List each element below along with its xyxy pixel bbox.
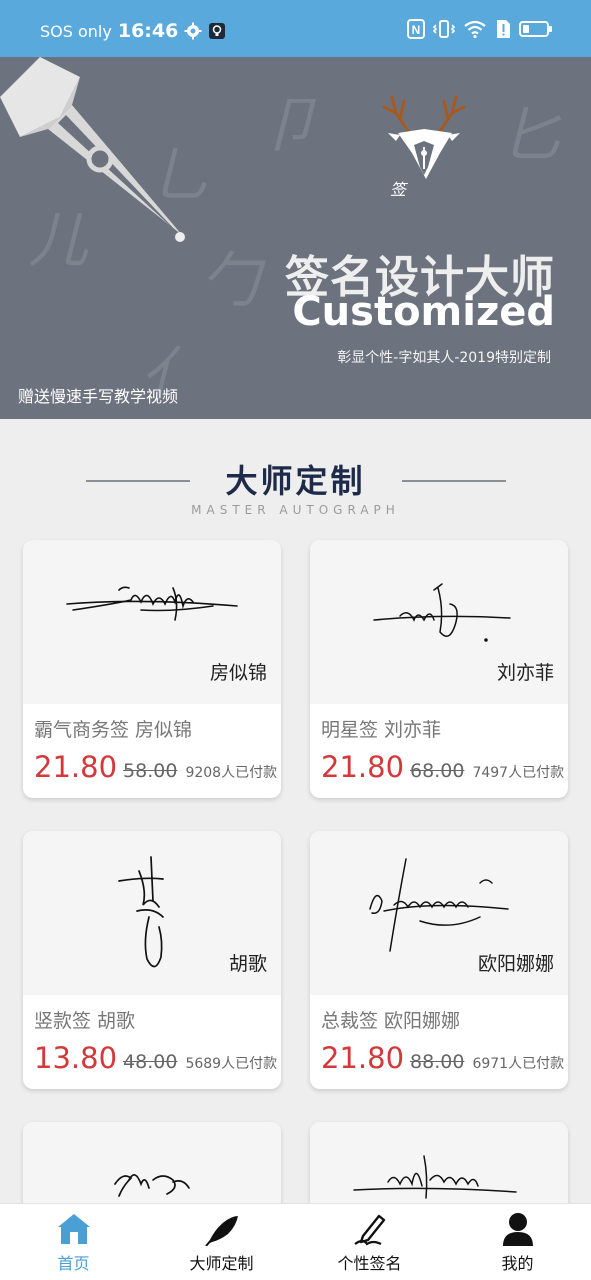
product-card[interactable]: 欧阳娜娜 总裁签 欧阳娜娜 21.80 88.00 6971人已付款 [310,831,568,1089]
signature-preview: 欧阳娜娜 [310,831,568,995]
fountain-pen-nib-icon [0,57,185,242]
paid-count: 6971人已付款 [472,1056,565,1072]
settings-gear-icon [184,22,202,40]
sim-alert-icon [497,20,510,38]
status-right: N [407,19,553,39]
price: 21.80 [321,750,405,784]
banner-gift-text: 赠送慢速手写教学视频 [18,387,179,406]
product-card[interactable]: 房似锦 霸气商务签 房似锦 21.80 58.00 9208人已付款 [23,540,281,798]
price: 21.80 [321,1041,405,1075]
price-row: 21.80 68.00 7497人已付款 [321,750,564,784]
original-price: 48.00 [123,1051,178,1073]
card-title: 霸气商务签 房似锦 [34,719,193,741]
price: 21.80 [34,750,118,784]
product-card[interactable]: 胡歌 竖款签 胡歌 13.80 48.00 5689人已付款 [23,831,281,1089]
tab-label: 首页 [57,1254,90,1273]
user-icon [502,1213,533,1246]
card-title: 总裁签 欧阳娜娜 [321,1010,461,1032]
tab-home[interactable]: 首页 [0,1204,147,1280]
logo-signature-text: 签 [390,180,409,199]
card-title: 竖款签 胡歌 [34,1010,136,1032]
paid-count: 9208人已付款 [185,765,278,781]
paid-count: 7497人已付款 [472,765,565,781]
price-row: 21.80 88.00 6971人已付款 [321,1041,564,1075]
signature-name: 欧阳娜娜 [477,953,554,975]
wifi-icon [464,20,486,39]
vibrate-icon [433,20,455,38]
signature-preview: 房似锦 [23,540,281,704]
signature-preview: 刘亦菲 [310,540,568,704]
banner-tagline: 彰显个性-字如其人-2019特别定制 [337,350,551,366]
price-row: 21.80 58.00 9208人已付款 [34,750,277,784]
signature-name: 房似锦 [209,662,267,684]
status-bar: SOS only 16:46 N [0,0,591,57]
feather-icon [204,1216,238,1246]
original-price: 58.00 [123,760,178,782]
signature-name: 胡歌 [228,953,267,975]
tab-label: 我的 [501,1254,534,1273]
product-card[interactable]: 刘亦菲 明星签 刘亦菲 21.80 68.00 7497人已付款 [310,540,568,798]
notification-bulb-icon [209,23,226,39]
deer-pen-logo-icon: 签 [382,95,466,199]
pen-icon [353,1214,385,1246]
tab-master-custom[interactable]: 大师定制 [148,1204,295,1280]
bottom-tab-bar: 首页 大师定制 个性签名 我的 [0,1203,591,1280]
tab-personal-signature[interactable]: 个性签名 [296,1204,443,1280]
original-price: 88.00 [410,1051,465,1073]
clock-text: 16:46 [117,20,179,42]
status-left: SOS only 16:46 [40,20,226,42]
battery-icon [519,21,552,37]
section-title: 大师定制 [225,462,366,500]
signature-name: 刘亦菲 [496,662,554,684]
tab-label: 大师定制 [189,1254,254,1273]
promo-banner[interactable]: 乚 儿 勹 卩 匕 亻 签 签名设计大师 Customized 彰显个性-字如其… [0,57,591,419]
signature-preview: 胡歌 [23,831,281,995]
banner-subtitle: Customized [292,289,555,335]
price: 13.80 [34,1041,118,1075]
nfc-icon: N [407,19,425,39]
tab-mine[interactable]: 我的 [444,1204,591,1280]
ghost-stroke-decoration: 勹 [200,246,260,316]
paid-count: 5689人已付款 [185,1056,278,1072]
section-heading: 大师定制 MASTER AUTOGRAPH [0,452,591,522]
card-title: 明星签 刘亦菲 [321,719,442,741]
original-price: 68.00 [410,760,465,782]
price-row: 13.80 48.00 5689人已付款 [34,1041,277,1075]
ghost-stroke-decoration: 匕 [500,101,560,171]
carrier-text: SOS only [40,21,112,41]
section-subtitle: MASTER AUTOGRAPH [191,503,400,517]
divider-line-right [402,480,506,482]
ghost-stroke-decoration: 卩 [260,91,320,161]
nfc-label: N [412,23,421,37]
tab-label: 个性签名 [337,1254,402,1273]
home-icon [57,1214,90,1244]
